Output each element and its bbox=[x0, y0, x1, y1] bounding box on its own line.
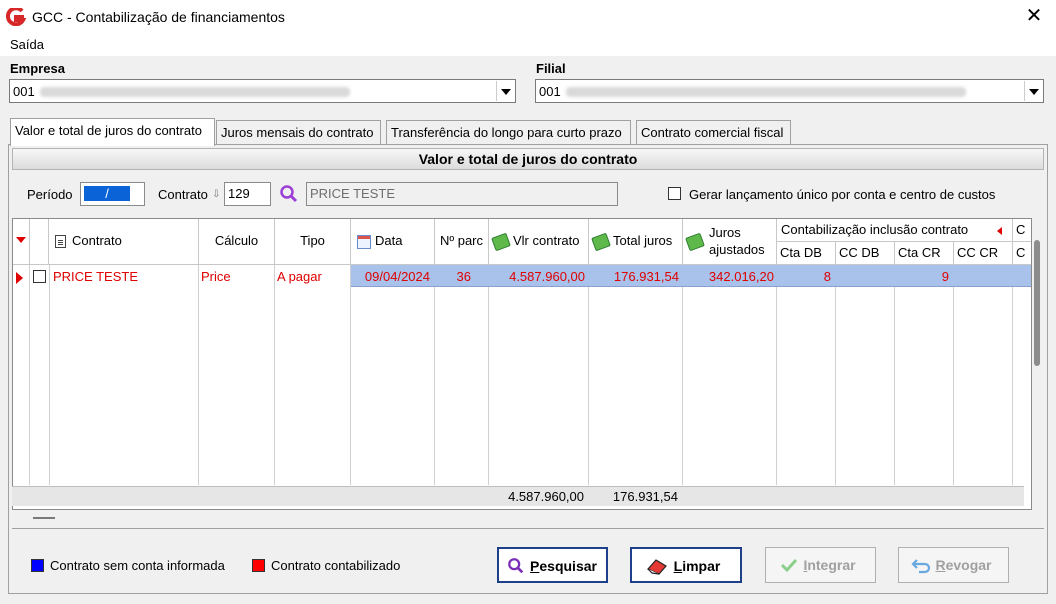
col-total-juros-label: Total juros bbox=[613, 233, 673, 248]
legend-red-swatch bbox=[252, 559, 265, 572]
menu-saida[interactable]: Saída bbox=[10, 37, 44, 52]
filial-select[interactable]: 001 bbox=[535, 79, 1044, 103]
title-bar: GCC - Contabilização de financiamentos ✕ bbox=[0, 0, 1056, 34]
cell-data: 09/04/2024 bbox=[364, 269, 430, 284]
col-cc-cr[interactable]: CC CR bbox=[954, 242, 1013, 265]
cell-nparc: 36 bbox=[456, 269, 471, 284]
col-cta-db[interactable]: Cta DB bbox=[777, 242, 836, 265]
limpar-button[interactable]: Limpar bbox=[630, 547, 742, 583]
empresa-label: Empresa bbox=[10, 61, 65, 76]
search-icon bbox=[508, 558, 524, 574]
select-header bbox=[30, 219, 49, 265]
total-vlr-contrato: 4.587.960,00 bbox=[508, 489, 584, 504]
col-calculo[interactable]: Cálculo bbox=[199, 219, 275, 265]
money-icon bbox=[591, 232, 611, 251]
col-next-sub[interactable]: C bbox=[1013, 242, 1031, 265]
cell-total-juros: 176.931,54 bbox=[613, 269, 679, 284]
totals-row: 4.587.960,00 176.931,54 bbox=[12, 486, 1024, 506]
contrato-description: PRICE TESTE bbox=[306, 182, 618, 206]
tab-contrato-comercial-fiscal[interactable]: Contrato comercial fiscal bbox=[636, 120, 791, 144]
chevron-down-icon[interactable] bbox=[1024, 81, 1042, 101]
revogar-button[interactable]: Revogar bbox=[898, 547, 1009, 583]
pesquisar-button[interactable]: Pesquisar bbox=[497, 547, 608, 583]
cell-cta-db: 8 bbox=[823, 269, 831, 284]
empresa-code: 001 bbox=[13, 84, 35, 99]
sort-arrow-icon: ⇩ bbox=[212, 189, 221, 200]
periodo-input[interactable]: / bbox=[80, 182, 145, 206]
group-contabilizacao-label: Contabilização inclusão contrato bbox=[781, 222, 969, 237]
contrato-label: Contrato bbox=[158, 187, 208, 202]
cell-calculo: Price bbox=[201, 269, 231, 284]
periodo-label: Período bbox=[27, 187, 73, 202]
filial-label: Filial bbox=[536, 61, 566, 76]
close-icon[interactable]: ✕ bbox=[1022, 5, 1046, 27]
cell-contrato: PRICE TESTE bbox=[53, 269, 139, 284]
col-vlr-contrato[interactable]: Vlr contrato bbox=[489, 219, 589, 265]
collapse-left-icon[interactable] bbox=[997, 227, 1002, 235]
cell-juros-ajustados: 342.016,20 bbox=[708, 269, 774, 284]
col-contrato-label: Contrato bbox=[72, 233, 122, 248]
money-icon bbox=[685, 232, 705, 252]
row-indicator-header bbox=[13, 219, 30, 265]
cell-cta-cr: 9 bbox=[941, 269, 949, 284]
col-contrato[interactable]: Contrato bbox=[49, 219, 199, 265]
filial-code: 001 bbox=[539, 84, 561, 99]
total-juros: 176.931,54 bbox=[612, 489, 678, 504]
periodo-value: / bbox=[84, 186, 130, 201]
cell-cc-cr bbox=[954, 267, 1012, 286]
divider bbox=[12, 528, 1044, 529]
cell-cc-db bbox=[836, 267, 894, 286]
col-cc-db[interactable]: CC DB bbox=[836, 242, 895, 265]
checkmark-icon bbox=[780, 558, 798, 572]
chevron-down-icon[interactable] bbox=[496, 81, 514, 101]
col-juros-label-2: ajustados bbox=[709, 242, 765, 257]
cell-vlr-contrato: 4.587.960,00 bbox=[509, 269, 585, 284]
col-cta-cr[interactable]: Cta CR bbox=[895, 242, 954, 265]
legend-contabilizado: Contrato contabilizado bbox=[271, 558, 401, 573]
app-logo-icon bbox=[6, 8, 26, 26]
col-juros-ajustados[interactable]: Juros ajustados bbox=[683, 219, 777, 265]
empresa-name-redacted bbox=[40, 87, 350, 97]
cell-tipo: A pagar bbox=[277, 269, 322, 284]
col-nparc[interactable]: Nº parc bbox=[435, 219, 489, 265]
menu-bar: Saída bbox=[0, 34, 1056, 56]
sort-desc-icon bbox=[16, 237, 26, 243]
current-row-arrow-icon bbox=[16, 272, 23, 284]
gerar-lancamento-label: Gerar lançamento único por conta e centr… bbox=[689, 187, 996, 202]
group-contabilizacao-inclusao: Contabilização inclusão contrato bbox=[777, 219, 1013, 242]
col-data-label: Data bbox=[375, 233, 403, 248]
gerar-lancamento-checkbox[interactable] bbox=[668, 187, 681, 200]
group-next: C bbox=[1013, 219, 1031, 242]
section-title: Valor e total de juros do contrato bbox=[12, 148, 1044, 170]
empresa-select[interactable]: 001 bbox=[9, 79, 516, 103]
calendar-icon bbox=[357, 234, 371, 249]
col-vlr-contrato-label: Vlr contrato bbox=[513, 233, 580, 248]
integrar-button[interactable]: Integrar bbox=[765, 547, 876, 583]
legend-sem-conta: Contrato sem conta informada bbox=[50, 558, 225, 573]
legend-blue-swatch bbox=[31, 559, 44, 572]
col-tipo[interactable]: Tipo bbox=[275, 219, 351, 265]
window-title: GCC - Contabilização de financiamentos bbox=[32, 9, 285, 25]
tab-valor-total-juros[interactable]: Valor e total de juros do contrato bbox=[10, 118, 215, 146]
undo-arrow-icon bbox=[911, 559, 931, 574]
contracts-grid: Contrato Cálculo Tipo Data Nº parc Vlr c… bbox=[12, 218, 1032, 510]
col-data[interactable]: Data bbox=[351, 219, 435, 265]
search-icon[interactable] bbox=[279, 184, 299, 204]
scrollbar-thumb[interactable] bbox=[1034, 240, 1040, 366]
money-icon bbox=[491, 232, 511, 251]
filial-name-redacted bbox=[566, 87, 966, 97]
tab-transferencia-longo-curto[interactable]: Transferência do longo para curto prazo bbox=[386, 120, 631, 144]
splitter-handle[interactable] bbox=[33, 517, 55, 519]
row-select-checkbox[interactable] bbox=[33, 270, 46, 283]
eraser-icon bbox=[647, 559, 667, 575]
col-juros-label-1: Juros bbox=[709, 225, 741, 240]
col-total-juros[interactable]: Total juros bbox=[589, 219, 683, 265]
tab-juros-mensais[interactable]: Juros mensais do contrato bbox=[216, 120, 381, 144]
contrato-input[interactable]: 129 bbox=[224, 182, 271, 206]
document-icon bbox=[55, 235, 66, 249]
